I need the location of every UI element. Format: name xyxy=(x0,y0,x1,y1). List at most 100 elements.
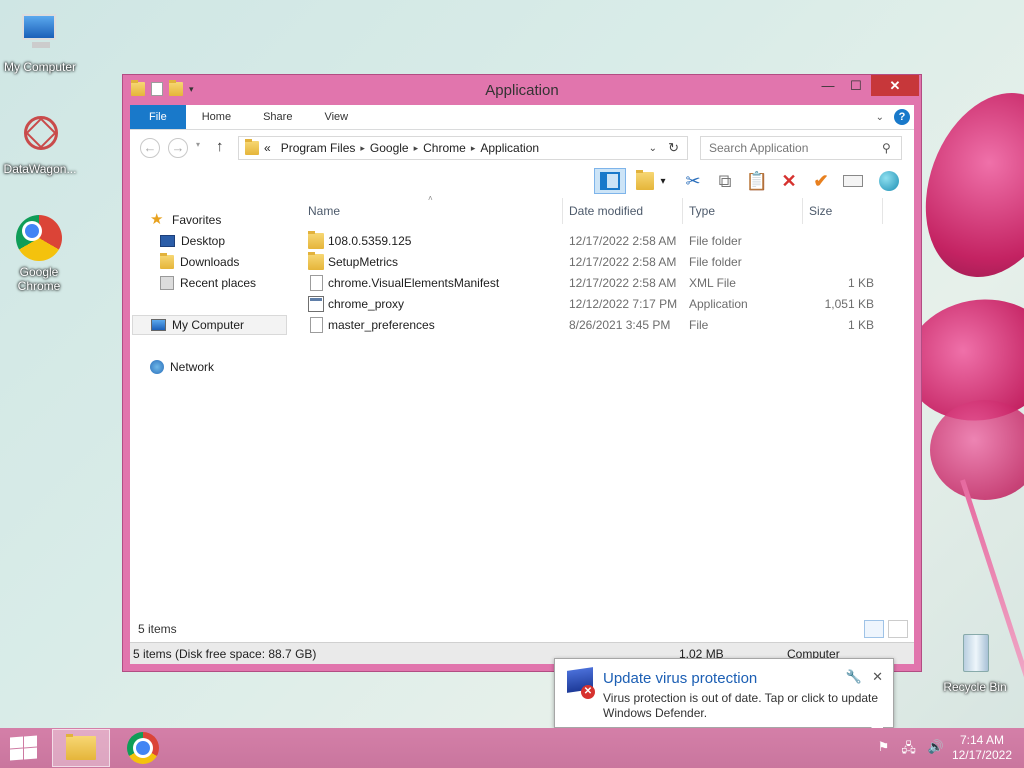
forward-button[interactable]: → xyxy=(168,138,188,158)
file-explorer-icon xyxy=(66,734,96,760)
datawagon-icon xyxy=(16,112,64,160)
details-view-icon[interactable] xyxy=(864,620,884,638)
action-center-icon[interactable]: ⚑ xyxy=(878,739,890,761)
globe-icon[interactable] xyxy=(876,168,902,194)
copy-icon[interactable]: ⧉ xyxy=(712,168,738,194)
preview-pane-icon[interactable] xyxy=(594,168,626,194)
file-row-visualelementsmanifest[interactable]: chrome.VisualElementsManifest 12/17/2022… xyxy=(300,273,914,294)
properties-folder-icon[interactable] xyxy=(632,168,658,194)
file-icon xyxy=(310,317,323,333)
tab-file[interactable]: File xyxy=(130,105,186,129)
breadcrumb-separator[interactable]: ▸ xyxy=(360,143,365,154)
column-header-size[interactable]: Size xyxy=(809,204,832,218)
minimize-button[interactable]: — xyxy=(815,75,841,96)
taskbar: ⚑ 🖧 🔊 7:14 AM 12/17/2022 xyxy=(0,728,1024,768)
desktop-icon-google-chrome[interactable]: Google Chrome xyxy=(0,214,78,293)
address-dropdown-icon[interactable]: ⌄ xyxy=(649,143,657,154)
file-row-setupmetrics[interactable]: SetupMetrics 12/17/2022 2:58 AM File fol… xyxy=(300,252,914,273)
breadcrumb-application[interactable]: Application xyxy=(480,141,539,155)
paste-icon[interactable]: 📋 xyxy=(744,168,770,194)
column-header-name[interactable]: Name xyxy=(308,204,340,218)
xml-file-icon xyxy=(310,275,323,291)
desktop-icon-my-computer[interactable]: My Computer xyxy=(0,10,80,74)
application-icon xyxy=(308,296,324,312)
back-button[interactable]: ← xyxy=(140,138,160,158)
dropdown-icon[interactable]: ▾ xyxy=(656,168,670,194)
window-title: Application xyxy=(485,82,559,99)
window-body: File Home Share View ⌄ ? ← → ▾ ↑ « Progr… xyxy=(130,105,914,664)
nav-favorites[interactable]: ★ Favorites xyxy=(150,210,221,230)
rename-icon[interactable] xyxy=(840,168,866,194)
close-icon[interactable]: ✕ xyxy=(872,669,883,685)
downloads-icon xyxy=(160,253,174,269)
recent-locations-icon[interactable]: ▾ xyxy=(196,140,200,149)
start-button[interactable] xyxy=(8,735,38,761)
tab-share[interactable]: Share xyxy=(247,105,308,129)
checkmark-icon[interactable]: ✔ xyxy=(808,168,834,194)
desktop-icon-recycle-bin[interactable]: Recycle Bin xyxy=(935,630,1015,694)
explorer-window: ▾ Application — ☐ ✕ File Home Share View… xyxy=(122,74,922,672)
column-divider[interactable] xyxy=(562,198,563,224)
breadcrumb-google[interactable]: Google xyxy=(370,141,409,155)
refresh-icon[interactable]: ↻ xyxy=(668,140,679,156)
notification-message: Virus protection is out of date. Tap or … xyxy=(603,691,879,720)
address-prefix[interactable]: « xyxy=(264,141,271,155)
breadcrumb-separator[interactable]: ▸ xyxy=(414,143,419,154)
up-button[interactable]: ↑ xyxy=(216,138,224,155)
command-toolbar: ▾ ✂ ⧉ 📋 ✕ ✔ xyxy=(130,166,914,198)
clock[interactable]: 7:14 AM 12/17/2022 xyxy=(952,733,1012,763)
large-icons-view-icon[interactable] xyxy=(888,620,908,638)
title-bar[interactable]: ▾ Application — ☐ ✕ xyxy=(123,75,921,105)
nav-network[interactable]: Network xyxy=(150,357,214,377)
nav-desktop[interactable]: Desktop xyxy=(160,231,225,251)
folder-icon xyxy=(245,139,259,155)
address-bar[interactable]: « Program Files ▸ Google ▸ Chrome ▸ Appl… xyxy=(238,136,688,160)
expand-ribbon-icon[interactable]: ⌄ xyxy=(876,112,884,123)
folder-icon xyxy=(308,231,324,249)
tab-view[interactable]: View xyxy=(308,105,364,129)
search-icon[interactable]: ⚲ xyxy=(882,141,891,155)
notification-toast[interactable]: ✕ Update virus protection Virus protecti… xyxy=(554,658,894,739)
delete-icon[interactable]: ✕ xyxy=(776,168,802,194)
breadcrumb-chrome[interactable]: Chrome xyxy=(423,141,466,155)
folder-icon xyxy=(308,252,324,270)
column-header-type[interactable]: Type xyxy=(689,204,715,218)
recent-places-icon xyxy=(160,276,174,290)
file-row-108[interactable]: 108.0.5359.125 12/17/2022 2:58 AM File f… xyxy=(300,231,914,252)
sort-indicator-icon: ˄ xyxy=(428,194,433,203)
network-icon xyxy=(150,360,164,374)
nav-my-computer[interactable]: My Computer xyxy=(132,315,287,335)
taskbar-file-explorer[interactable] xyxy=(52,729,110,767)
chrome-icon xyxy=(127,732,159,764)
maximize-button[interactable]: ☐ xyxy=(843,75,869,96)
file-row-chrome-proxy[interactable]: chrome_proxy 12/12/2022 7:17 PM Applicat… xyxy=(300,294,914,315)
computer-icon xyxy=(16,10,64,58)
column-divider[interactable] xyxy=(802,198,803,224)
address-row: ← → ▾ ↑ « Program Files ▸ Google ▸ Chrom… xyxy=(130,130,914,166)
nav-downloads[interactable]: Downloads xyxy=(160,252,239,272)
breadcrumb-program-files[interactable]: Program Files xyxy=(281,141,356,155)
desktop-icon xyxy=(160,235,175,247)
column-divider[interactable] xyxy=(882,198,883,224)
volume-icon[interactable]: 🔊 xyxy=(928,739,944,761)
ribbon-tabs: File Home Share View ⌄ ? xyxy=(130,105,914,130)
defender-warning-icon: ✕ xyxy=(567,667,597,701)
search-input[interactable]: Search Application xyxy=(700,136,902,160)
help-icon[interactable]: ? xyxy=(894,109,910,125)
tab-home[interactable]: Home xyxy=(186,105,247,129)
notification-title: Update virus protection xyxy=(603,670,758,687)
desktop-icon-datawagon[interactable]: DataWagon... xyxy=(0,112,80,176)
breadcrumb-separator[interactable]: ▸ xyxy=(471,143,476,154)
network-tray-icon[interactable]: 🖧 xyxy=(901,739,916,761)
cut-icon[interactable]: ✂ xyxy=(680,168,706,194)
settings-wrench-icon[interactable]: 🔧 xyxy=(846,669,862,685)
chrome-icon xyxy=(15,215,63,263)
nav-recent-places[interactable]: Recent places xyxy=(160,273,256,293)
column-divider[interactable] xyxy=(682,198,683,224)
star-icon: ★ xyxy=(150,211,164,228)
system-tray: ⚑ 🖧 🔊 xyxy=(878,739,944,761)
close-button[interactable]: ✕ xyxy=(871,75,919,96)
taskbar-google-chrome[interactable] xyxy=(114,729,172,767)
column-header-date-modified[interactable]: Date modified xyxy=(569,204,643,218)
file-row-master-preferences[interactable]: master_preferences 8/26/2021 3:45 PM Fil… xyxy=(300,315,914,336)
